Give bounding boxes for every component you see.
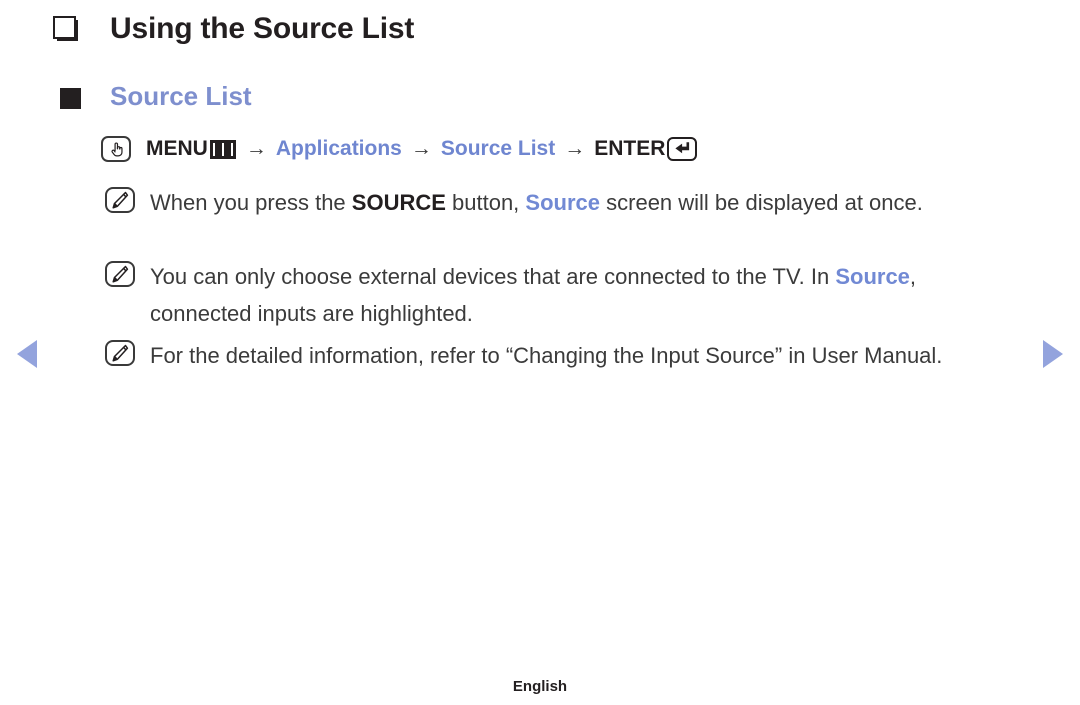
note-text-part: button, xyxy=(445,190,526,215)
note-item: When you press the SOURCE button, Source… xyxy=(105,184,990,221)
menu-grid-icon xyxy=(209,139,236,159)
menu-path-row: MENU → Applications → Source List → ENTE… xyxy=(101,132,698,166)
filled-square-bullet-icon xyxy=(60,88,81,110)
path-arrow-2: → xyxy=(410,137,432,160)
note-text-strong: SOURCE xyxy=(351,190,446,215)
source-list-label: Source List xyxy=(440,137,556,160)
applications-label: Applications xyxy=(275,137,402,160)
note-text: For the detailed information, refer to “… xyxy=(150,343,943,368)
page-title: Using the Source List xyxy=(110,12,415,45)
section-heading: Source List xyxy=(110,81,252,111)
enter-return-icon xyxy=(667,137,698,161)
note-text: When you press the SOURCE button, Source… xyxy=(150,184,990,221)
note-pencil-icon xyxy=(105,340,135,366)
note-text-part: screen will be displayed at once. xyxy=(600,190,923,215)
footer-language: English xyxy=(512,678,568,695)
triangle-right-icon[interactable] xyxy=(1043,340,1063,368)
path-arrow-3: → xyxy=(564,137,586,160)
menu-label: MENU xyxy=(146,137,208,160)
note-pencil-icon xyxy=(105,261,135,287)
note-text-highlight: Source xyxy=(525,190,601,215)
section-heading-row: Source List xyxy=(60,82,252,111)
note-text-part: When you press the xyxy=(150,190,352,215)
note-text: You can only choose external devices tha… xyxy=(150,258,990,332)
triangle-left-icon[interactable] xyxy=(17,340,37,368)
pointing-hand-icon xyxy=(101,136,131,162)
menu-path-text: MENU → Applications → Source List → ENTE… xyxy=(146,137,698,161)
note-item: You can only choose external devices tha… xyxy=(105,258,990,332)
note-text-part: You can only choose external devices tha… xyxy=(150,264,836,289)
manual-page: Using the Source List Source List MENU →… xyxy=(0,0,1080,705)
path-arrow-1: → xyxy=(245,137,267,160)
enter-label: ENTER xyxy=(594,137,666,160)
note-pencil-icon xyxy=(105,187,135,213)
hollow-square-bullet-icon xyxy=(52,13,82,45)
page-title-row: Using the Source List xyxy=(52,12,414,45)
note-item: For the detailed information, refer to “… xyxy=(105,337,990,374)
note-text-highlight: Source xyxy=(835,264,910,289)
